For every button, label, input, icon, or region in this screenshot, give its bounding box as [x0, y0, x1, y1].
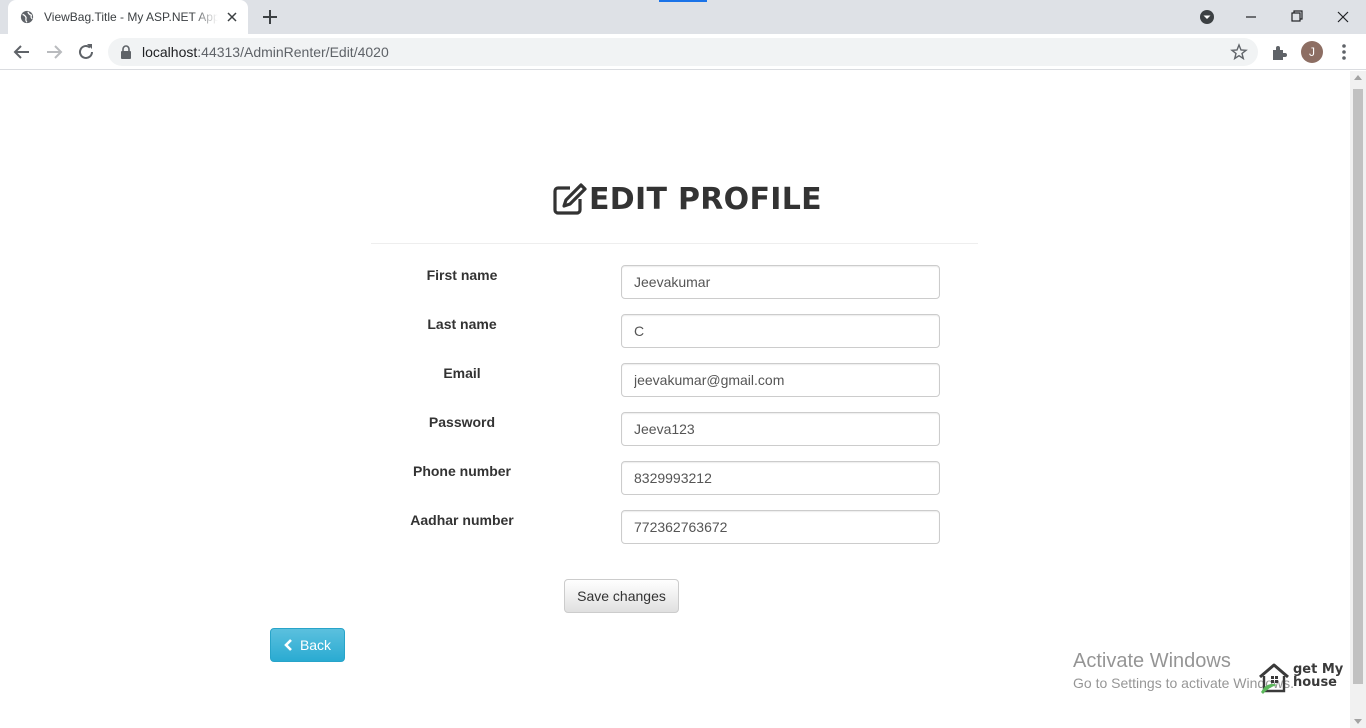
window-close-icon[interactable] [1320, 4, 1366, 30]
tab-strip: ViewBag.Title - My ASP.NET Application [0, 0, 1366, 34]
back-button[interactable]: Back [270, 628, 345, 662]
loading-indicator [659, 0, 707, 2]
email-label: Email [443, 365, 481, 381]
close-icon[interactable] [224, 9, 240, 25]
last-name-label: Last name [427, 316, 497, 332]
globe-icon [20, 10, 34, 24]
divider [371, 243, 978, 244]
page-heading: EDIT PROFILE [589, 181, 822, 217]
password-label: Password [428, 414, 496, 430]
password-input[interactable] [621, 412, 940, 446]
first-name-label: First name [426, 267, 498, 283]
email-input[interactable] [621, 363, 940, 397]
aadhar-number-input[interactable] [621, 510, 940, 544]
phone-number-label: Phone number [412, 463, 511, 479]
page-title: EDIT PROFILE [552, 179, 822, 219]
scroll-thumb[interactable] [1353, 89, 1363, 684]
save-changes-button[interactable]: Save changes [564, 579, 679, 613]
back-arrow-icon[interactable] [10, 40, 34, 64]
page-viewport: EDIT PROFILE First name Last name Email … [0, 71, 1350, 728]
more-menu-icon[interactable] [1336, 42, 1352, 62]
scroll-up-arrow-icon[interactable] [1354, 75, 1362, 80]
browser-toolbar: localhost:44313/AdminRenter/Edit/4020 J [0, 34, 1366, 70]
first-name-input[interactable] [621, 265, 940, 299]
phone-number-input[interactable] [621, 461, 940, 495]
tab-title: ViewBag.Title - My ASP.NET Application [44, 10, 218, 24]
get-my-house-logo: get My house [1257, 661, 1347, 697]
new-tab-icon[interactable] [260, 7, 280, 27]
back-button-label: Back [299, 637, 332, 653]
extensions-puzzle-icon[interactable] [1270, 42, 1290, 62]
lock-icon[interactable] [120, 45, 132, 59]
logo-text: get My house [1293, 663, 1343, 689]
aadhar-number-label: Aadhar number [410, 512, 514, 528]
address-bar[interactable]: localhost:44313/AdminRenter/Edit/4020 [108, 38, 1258, 66]
house-logo-icon [1259, 663, 1289, 694]
url-path: :44313/AdminRenter/Edit/4020 [197, 44, 389, 60]
url-text[interactable]: localhost:44313/AdminRenter/Edit/4020 [142, 44, 389, 60]
edit-icon [553, 183, 587, 215]
profile-avatar[interactable]: J [1301, 41, 1323, 63]
reload-icon[interactable] [74, 40, 98, 64]
restore-icon[interactable] [1274, 4, 1320, 30]
logo-line-2: house [1293, 675, 1337, 690]
minimize-icon[interactable] [1228, 4, 1274, 30]
last-name-input[interactable] [621, 314, 940, 348]
scroll-down-arrow-icon[interactable] [1354, 719, 1362, 724]
page-scrollbar[interactable] [1350, 71, 1366, 728]
browser-tab[interactable]: ViewBag.Title - My ASP.NET Application [8, 0, 248, 34]
url-host: localhost [142, 44, 198, 60]
tab-search-icon[interactable] [1199, 9, 1215, 25]
forward-arrow-icon[interactable] [42, 40, 66, 64]
bookmark-star-icon[interactable] [1230, 43, 1248, 61]
chevron-left-icon [284, 639, 292, 651]
